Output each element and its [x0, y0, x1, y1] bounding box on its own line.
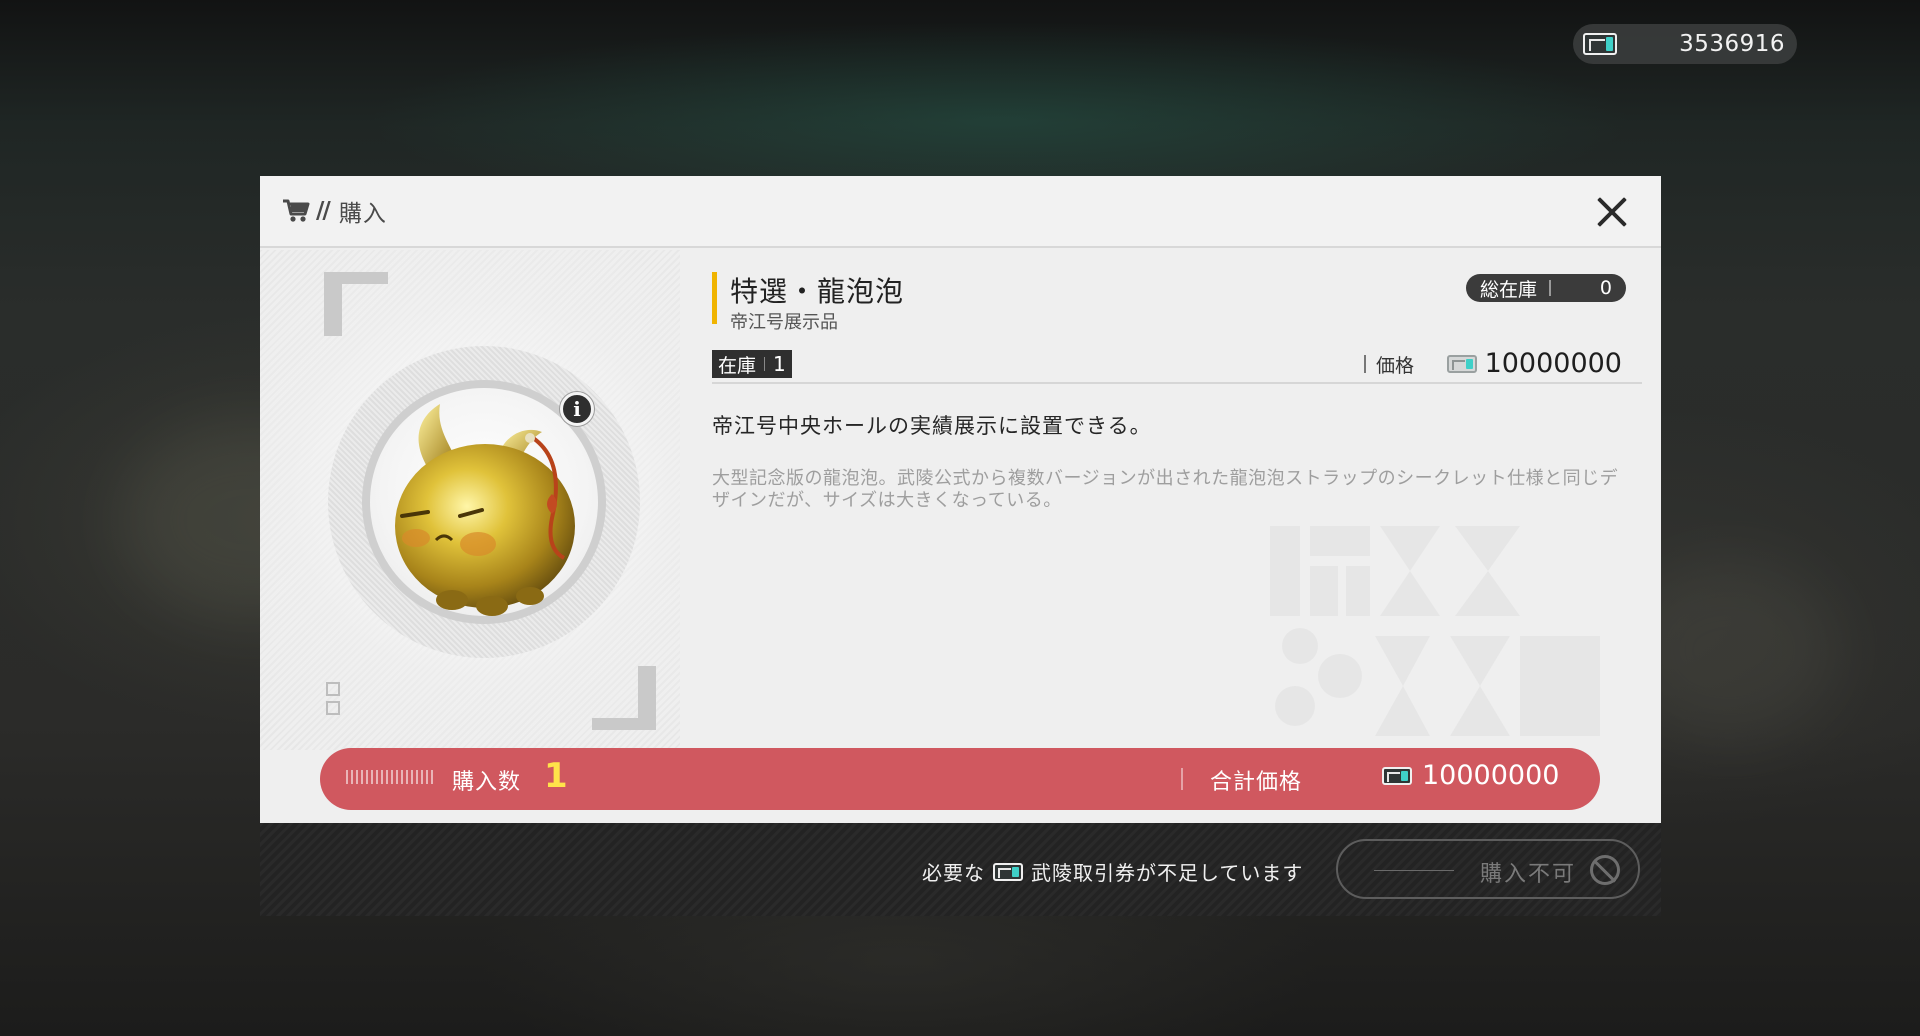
purchase-button-label: 購入不可 — [1480, 862, 1577, 887]
total-stock-badge: 総在庫 0 — [1466, 274, 1626, 302]
logo-watermark — [1270, 526, 1600, 736]
close-icon[interactable] — [1595, 196, 1627, 228]
purchase-unavailable-button[interactable]: 購入不可 — [1336, 839, 1640, 899]
item-description: 帝江号中央ホールの実績展示に設置できる。 — [712, 414, 1152, 438]
frame-corner — [592, 666, 656, 730]
ticket-icon — [993, 862, 1023, 881]
quantity-label: 購入数 — [452, 770, 522, 795]
barcode-decoration — [346, 770, 434, 784]
frame-corner — [324, 272, 388, 336]
item-name: 特選・龍泡泡 — [730, 275, 905, 308]
item-preview-panel: i — [260, 250, 680, 750]
stock-label: 在庫 — [718, 354, 757, 377]
total-stock-label: 総在庫 — [1480, 278, 1538, 301]
dragon-plush-image — [395, 404, 575, 616]
purchase-dialog: // 購入 i 特選・龍泡泡 帝江号展示品 総在庫 0 在庫 1 価格 1000… — [260, 176, 1661, 916]
ticket-icon — [1446, 354, 1477, 373]
currency-amount: 3536916 — [1679, 31, 1785, 57]
preview-pager — [326, 682, 340, 720]
total-price-label: 合計価格 — [1210, 770, 1303, 795]
button-line-decoration — [1374, 870, 1454, 871]
quantity-value[interactable]: 1 — [544, 756, 568, 796]
price-display: 10000000 — [1446, 348, 1622, 379]
title-accent-bar — [712, 272, 717, 324]
stock-price-row: 在庫 1 価格 10000000 — [712, 348, 1642, 384]
ban-icon — [1590, 855, 1620, 885]
total-price-display: 10000000 — [1382, 760, 1559, 791]
dialog-body: // 購入 i 特選・龍泡泡 帝江号展示品 総在庫 0 在庫 1 価格 1000… — [260, 176, 1661, 823]
cart-icon — [283, 199, 310, 222]
dialog-footer: 必要な 武陵取引券が不足しています 購入不可 — [260, 823, 1661, 916]
price-value: 10000000 — [1484, 348, 1622, 379]
stock-badge: 在庫 1 — [712, 350, 792, 378]
purchase-summary-bar: 購入数 1 合計価格 10000000 — [320, 748, 1600, 810]
total-price-value: 10000000 — [1422, 760, 1560, 791]
header-slash: // — [316, 198, 331, 224]
stock-value: 1 — [773, 352, 786, 376]
currency-display: 3536916 — [1573, 24, 1797, 64]
dialog-header: // 購入 — [260, 176, 1661, 248]
item-subtitle: 帝江号展示品 — [730, 312, 838, 333]
insufficient-funds-message: 必要な 武陵取引券が不足しています — [922, 857, 1303, 886]
total-stock-value: 0 — [1599, 277, 1612, 299]
info-icon[interactable]: i — [560, 392, 594, 426]
message-suffix: 武陵取引券が不足しています — [1031, 861, 1304, 885]
ticket-icon — [1382, 766, 1412, 785]
dialog-title: 購入 — [338, 201, 387, 227]
message-prefix: 必要な — [922, 861, 985, 885]
price-label: 価格 — [1364, 350, 1414, 378]
item-lore: 大型記念版の龍泡泡。武陵公式から複数バージョンが出された龍泡泡ストラップのシーク… — [712, 468, 1619, 511]
bar-divider — [1181, 768, 1183, 790]
ticket-icon — [1583, 33, 1617, 55]
